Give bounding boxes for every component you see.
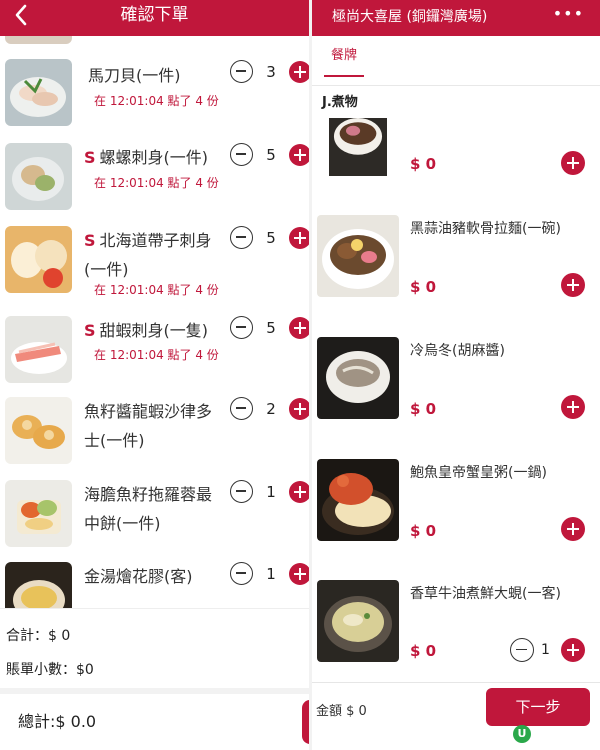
decrease-button[interactable]: [230, 316, 253, 339]
increase-button[interactable]: [289, 563, 309, 585]
food-photo: [5, 316, 72, 383]
item-name: S 北海道帶子刺身(一件): [84, 231, 212, 279]
order-item: S 甜蝦刺身(一隻) 在 12:01:04 點了 4 份 5: [0, 316, 309, 386]
tab-menu[interactable]: 餐牌: [324, 44, 364, 77]
order-header: 確認下單: [0, 0, 309, 36]
item-price: $ 0: [410, 155, 437, 173]
order-item: 海膽魚籽拖羅蓉最中餅(一件) 1: [0, 480, 309, 550]
order-time: 在 12:01:04 點了 4 份: [94, 348, 219, 362]
food-photo: [5, 36, 72, 44]
item-name: S 甜蝦刺身(一隻): [84, 321, 209, 340]
food-photo: [5, 562, 72, 608]
order-item: 馬刀貝(一件) 在 12:01:04 點了 4 份 3: [0, 59, 309, 129]
order-panel: 確認下單 馬刀貝(一件) 在 12:01:04 點了 4 份 3 S 螺螺刺身(一…: [0, 0, 309, 750]
submit-order-button[interactable]: [302, 700, 309, 744]
menu-item: 鮑魚皇帝蟹皇粥(一鍋) $ 0: [312, 459, 600, 580]
decrease-button[interactable]: [510, 638, 534, 662]
decrease-button[interactable]: [230, 226, 253, 249]
menu-item: 黑蒜油豬軟骨拉麵(一碗) $ 0: [312, 215, 600, 336]
food-photo: [317, 215, 399, 297]
item-name: 海膽魚籽拖羅蓉最中餅(一件): [84, 485, 213, 533]
grand-total: 總計:$ 0.0: [18, 712, 97, 731]
item-qty: 5: [266, 229, 276, 247]
item-price: $ 0: [410, 278, 437, 296]
restaurant-name: 極尚大喜屋 (銅鑼灣廣場): [332, 9, 488, 25]
item-name: S 螺螺刺身(一件): [84, 148, 209, 167]
menu-item: 冷烏冬(胡麻醬) $ 0: [312, 337, 600, 458]
more-dots-icon[interactable]: •••: [553, 6, 584, 22]
increase-button[interactable]: [289, 61, 309, 83]
item-qty: 5: [266, 146, 276, 164]
order-totals: 合計：$ 0 賬單小數：$0: [0, 608, 309, 688]
item-qty: 3: [266, 63, 276, 81]
increase-button[interactable]: [289, 317, 309, 339]
subtotal: 合計：$ 0: [6, 628, 71, 644]
decrease-button[interactable]: [230, 397, 253, 420]
order-item: S 北海道帶子刺身(一件) 在 12:01:04 點了 4 份 5: [0, 226, 309, 306]
item-name: 魚籽醬龍蝦沙律多士(一件): [84, 402, 213, 450]
order-item: 金湯燴花膠(客) 1: [0, 562, 309, 608]
item-qty: 1: [266, 483, 276, 501]
item-name: 香草牛油煮鮮大蜆(一客): [410, 586, 561, 602]
food-photo: [5, 397, 72, 464]
increase-button[interactable]: [289, 481, 309, 503]
app-badge-icon: U: [513, 725, 531, 743]
item-name: 黑蒜油豬軟骨拉麵(一碗): [410, 221, 561, 237]
decrease-button[interactable]: [230, 60, 253, 83]
decrease-button[interactable]: [230, 480, 253, 503]
add-button[interactable]: [561, 151, 585, 175]
food-photo: [317, 337, 399, 419]
food-photo: [317, 459, 399, 541]
food-photo: [317, 580, 399, 662]
item-price: $ 0: [410, 522, 437, 540]
item-price: $ 0: [410, 400, 437, 418]
amount-total: 金額 $ 0: [316, 704, 367, 719]
item-qty: 5: [266, 319, 276, 337]
section-title: J.煮物: [322, 95, 358, 110]
food-photo: [5, 143, 72, 210]
menu-panel: 極尚大喜屋 (銅鑼灣廣場) ••• 餐牌 J.煮物 $ 0 黑蒜油豬軟骨拉麵(一…: [312, 0, 600, 750]
page-title: 確認下單: [120, 5, 189, 25]
bill-decimal: 賬單小數：$0: [6, 662, 94, 678]
item-name: 冷烏冬(胡麻醬): [410, 343, 505, 359]
increase-button[interactable]: [289, 144, 309, 166]
decrease-button[interactable]: [230, 143, 253, 166]
add-button[interactable]: [561, 273, 585, 297]
increase-button[interactable]: [289, 398, 309, 420]
food-photo: [317, 118, 399, 176]
menu-item: $ 0: [312, 118, 600, 188]
menu-footer: 金額 $ 0 下一步 U: [312, 682, 600, 750]
item-qty: 1: [266, 565, 276, 583]
item-name: 鮑魚皇帝蟹皇粥(一鍋): [410, 465, 547, 481]
add-button[interactable]: [561, 395, 585, 419]
food-photo: [5, 226, 72, 293]
order-item: S 螺螺刺身(一件) 在 12:01:04 點了 4 份 5: [0, 143, 309, 213]
increase-button[interactable]: [289, 227, 309, 249]
order-footer: 總計:$ 0.0: [0, 688, 309, 750]
item-price: $ 0: [410, 642, 437, 660]
order-time: 在 12:01:04 點了 4 份: [94, 94, 219, 108]
food-photo: [5, 480, 72, 547]
order-time: 在 12:01:04 點了 4 份: [94, 283, 219, 297]
decrease-button[interactable]: [230, 562, 253, 585]
item-name: 馬刀貝(一件): [88, 66, 181, 85]
item-qty: 2: [266, 400, 276, 418]
order-item: 魚籽醬龍蝦沙律多士(一件) 2: [0, 397, 309, 467]
item-name: 金湯燴花膠(客): [84, 567, 193, 586]
add-button[interactable]: [561, 638, 585, 662]
menu-header: 極尚大喜屋 (銅鑼灣廣場) •••: [312, 0, 600, 36]
add-button[interactable]: [561, 517, 585, 541]
item-qty: 1: [541, 642, 550, 658]
next-step-button[interactable]: 下一步: [486, 688, 590, 726]
order-time: 在 12:01:04 點了 4 份: [94, 176, 219, 190]
menu-tabs: 餐牌: [312, 36, 600, 86]
food-photo: [5, 59, 72, 126]
